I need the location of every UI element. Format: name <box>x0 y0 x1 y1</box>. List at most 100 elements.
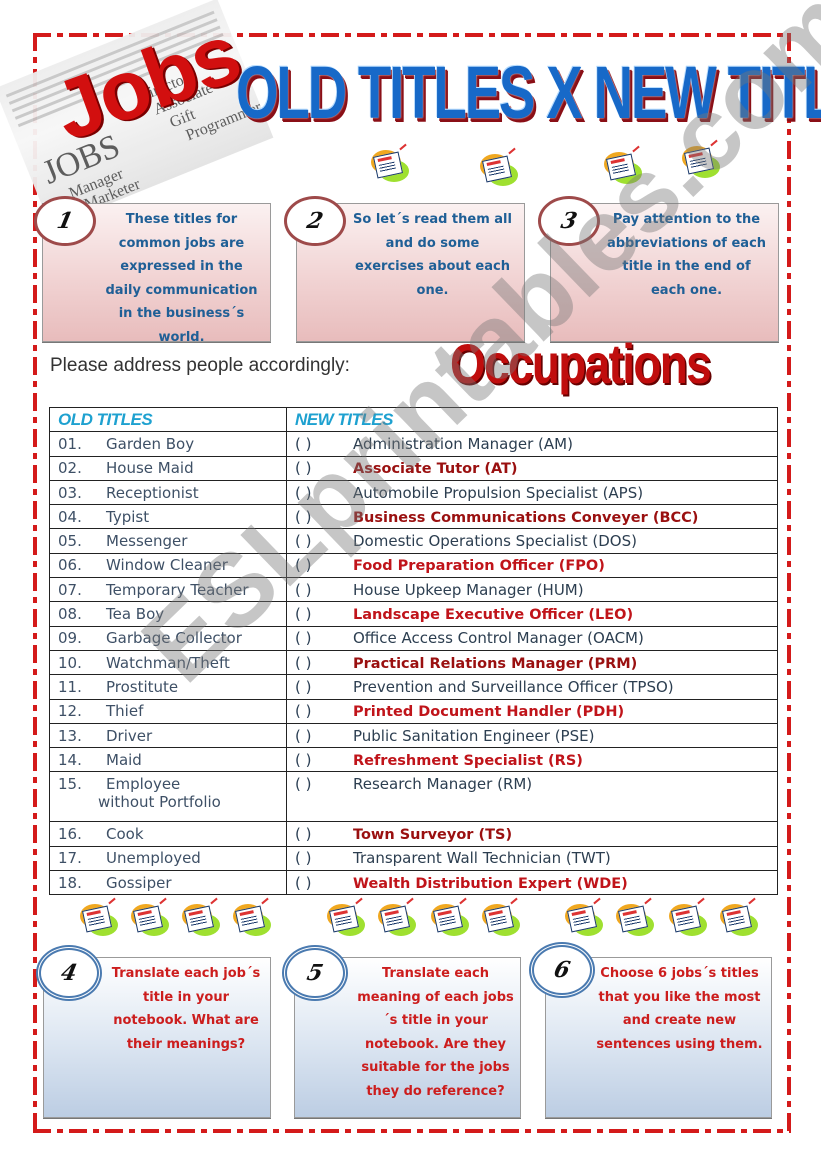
jobs-newspaper-icon <box>129 897 169 936</box>
answer-blank[interactable]: ( ) <box>295 702 353 720</box>
answer-blank[interactable]: ( ) <box>295 849 353 867</box>
jobs-newspaper-icon <box>614 897 654 936</box>
answer-blank[interactable]: ( ) <box>295 532 353 550</box>
new-title: Transparent Wall Technician (TWT) <box>353 849 611 868</box>
new-title-cell: ( ) Associate Tutor (AT) <box>286 455 778 481</box>
item-number: 12. <box>58 702 82 721</box>
old-title: Window Cleaner <box>106 556 228 575</box>
answer-blank[interactable]: ( ) <box>295 605 353 623</box>
old-title: House Maid <box>106 459 194 478</box>
new-title-cell: ( ) Domestic Operations Specialist (DOS) <box>286 528 778 554</box>
jobs-newspaper-icon <box>680 139 720 178</box>
old-title: Cook <box>106 825 144 844</box>
new-title: Automobile Propulsion Specialist (APS) <box>353 483 644 502</box>
old-title: Garbage Collector <box>106 629 242 648</box>
step-number-badge: 4 <box>36 945 102 1001</box>
step-number-badge: 1 <box>34 196 96 246</box>
new-title: Landscape Executive Officer (LEO) <box>353 607 634 624</box>
jobs-newspaper-icon <box>376 897 416 936</box>
old-title: Watchman/Theft <box>106 653 230 672</box>
new-title-cell: ( ) Prevention and Surveillance Officer (… <box>286 674 778 700</box>
answer-blank[interactable]: ( ) <box>295 459 353 477</box>
border-bottom <box>33 1129 791 1133</box>
table-row: 06. Window Cleaner ( ) Food Preparation Off… <box>49 552 778 579</box>
old-title-line2: without Portfolio <box>98 793 221 812</box>
old-title-cell: 12. Thief <box>49 698 287 724</box>
new-title-cell: ( ) Public Sanitation Engineer (PSE) <box>286 722 778 749</box>
answer-blank[interactable]: ( ) <box>295 556 353 574</box>
old-title-cell: 11. Prostitute <box>49 674 287 700</box>
item-number: 06. <box>58 556 82 575</box>
new-title-cell: ( ) Automobile Propulsion Specialist (APS… <box>286 479 778 506</box>
new-title: Domestic Operations Specialist (DOS) <box>353 532 637 551</box>
old-title-cell: 13. Driver <box>49 722 287 749</box>
table-row: 13. Driver ( ) Public Sanitation Engineer (… <box>49 722 778 749</box>
answer-blank[interactable]: ( ) <box>295 508 353 526</box>
new-title-cell: ( ) Wealth Distribution Expert (WDE) <box>286 870 778 896</box>
jobs-newspaper-icon <box>325 897 365 936</box>
step-number: 2 <box>304 208 326 234</box>
instruction-text: Choose 6 jobs´s titles that you like the… <box>596 966 763 1052</box>
new-title: Research Manager (RM) <box>353 775 533 794</box>
old-title-cell: 15. Employee without Portfolio <box>49 771 287 823</box>
item-number: 01. <box>58 434 82 453</box>
jobs-newspaper-icon <box>231 897 271 936</box>
item-number: 16. <box>58 825 82 844</box>
answer-blank[interactable]: ( ) <box>295 654 353 672</box>
old-title-cell: 04. Typist <box>49 504 287 530</box>
answer-blank[interactable]: ( ) <box>295 629 353 647</box>
jobs-newspaper-icon <box>429 897 469 936</box>
jobs-newspaper-icon <box>478 147 518 186</box>
item-number: 11. <box>58 677 82 696</box>
new-title-cell: ( ) Printed Document Handler (PDH) <box>286 698 778 724</box>
answer-blank[interactable]: ( ) <box>295 825 353 843</box>
new-title-cell: ( ) House Upkeep Manager (HUM) <box>286 577 778 603</box>
item-number: 08. <box>58 605 82 624</box>
step-number: 6 <box>551 957 573 983</box>
table-row: 02. House Maid ( ) Associate Tutor (AT) <box>49 455 778 481</box>
answer-blank[interactable]: ( ) <box>295 775 353 793</box>
old-title: Unemployed <box>106 849 201 868</box>
old-title: Employee <box>106 775 181 794</box>
table-row: 01. Garden Boy ( ) Administration Manager (… <box>49 431 778 457</box>
old-title-cell: 05. Messenger <box>49 528 287 554</box>
answer-blank[interactable]: ( ) <box>295 435 353 453</box>
table-header-row: OLD TITLES NEW TITLES <box>49 406 778 433</box>
old-title-cell: 03. Receptionist <box>49 479 287 506</box>
answer-blank[interactable]: ( ) <box>295 581 353 599</box>
old-title: Typist <box>106 507 150 526</box>
item-number: 10. <box>58 653 82 672</box>
table-row: 12. Thief ( ) Printed Document Handler (PDH… <box>49 698 778 724</box>
new-title: Printed Document Handler (PDH) <box>353 704 625 721</box>
answer-blank[interactable]: ( ) <box>295 751 353 769</box>
table-row: 09. Garbage Collector ( ) Office Access Con… <box>49 625 778 651</box>
table-row: 14. Maid ( ) Refreshment Specialist (RS) <box>49 747 778 773</box>
item-number: 04. <box>58 507 82 526</box>
answer-blank[interactable]: ( ) <box>295 874 353 892</box>
old-title-cell: 07. Temporary Teacher <box>49 577 287 603</box>
new-title: Refreshment Specialist (RS) <box>353 752 583 769</box>
new-title-cell: ( ) Town Surveyor (TS) <box>286 821 778 847</box>
old-title: Thief <box>106 702 144 721</box>
new-title: Office Access Control Manager (OACM) <box>353 629 644 648</box>
new-title-cell: ( ) Business Communications Conveyer (BCC… <box>286 504 778 530</box>
new-title: Prevention and Surveillance Officer (TPS… <box>353 677 674 696</box>
old-title-cell: 09. Garbage Collector <box>49 625 287 651</box>
item-number: 05. <box>58 532 82 551</box>
job-titles-table: OLD TITLES NEW TITLES 01. Garden Boy( ) Ad… <box>49 406 778 896</box>
occupations-heading: Occupations <box>450 332 712 395</box>
item-number: 09. <box>58 629 82 648</box>
old-title-cell: 17. Unemployed <box>49 845 287 872</box>
jobs-newspaper-icon <box>563 897 603 936</box>
answer-blank[interactable]: ( ) <box>295 484 353 502</box>
answer-blank[interactable]: ( ) <box>295 727 353 745</box>
answer-blank[interactable]: ( ) <box>295 678 353 696</box>
item-number: 17. <box>58 849 82 868</box>
new-title: House Upkeep Manager (HUM) <box>353 580 584 599</box>
instruction-text: Translate each meaning of each jobs´s ti… <box>357 966 514 1099</box>
instruction-text: These titles for common jobs are express… <box>105 212 258 345</box>
table-row: 11. Prostitute ( ) Prevention and Surveilla… <box>49 674 778 700</box>
item-number: 15. <box>58 775 82 794</box>
instruction-text: So let´s read them all and do some exerc… <box>353 212 512 298</box>
column-header-new-titles: NEW TITLES <box>286 406 778 433</box>
